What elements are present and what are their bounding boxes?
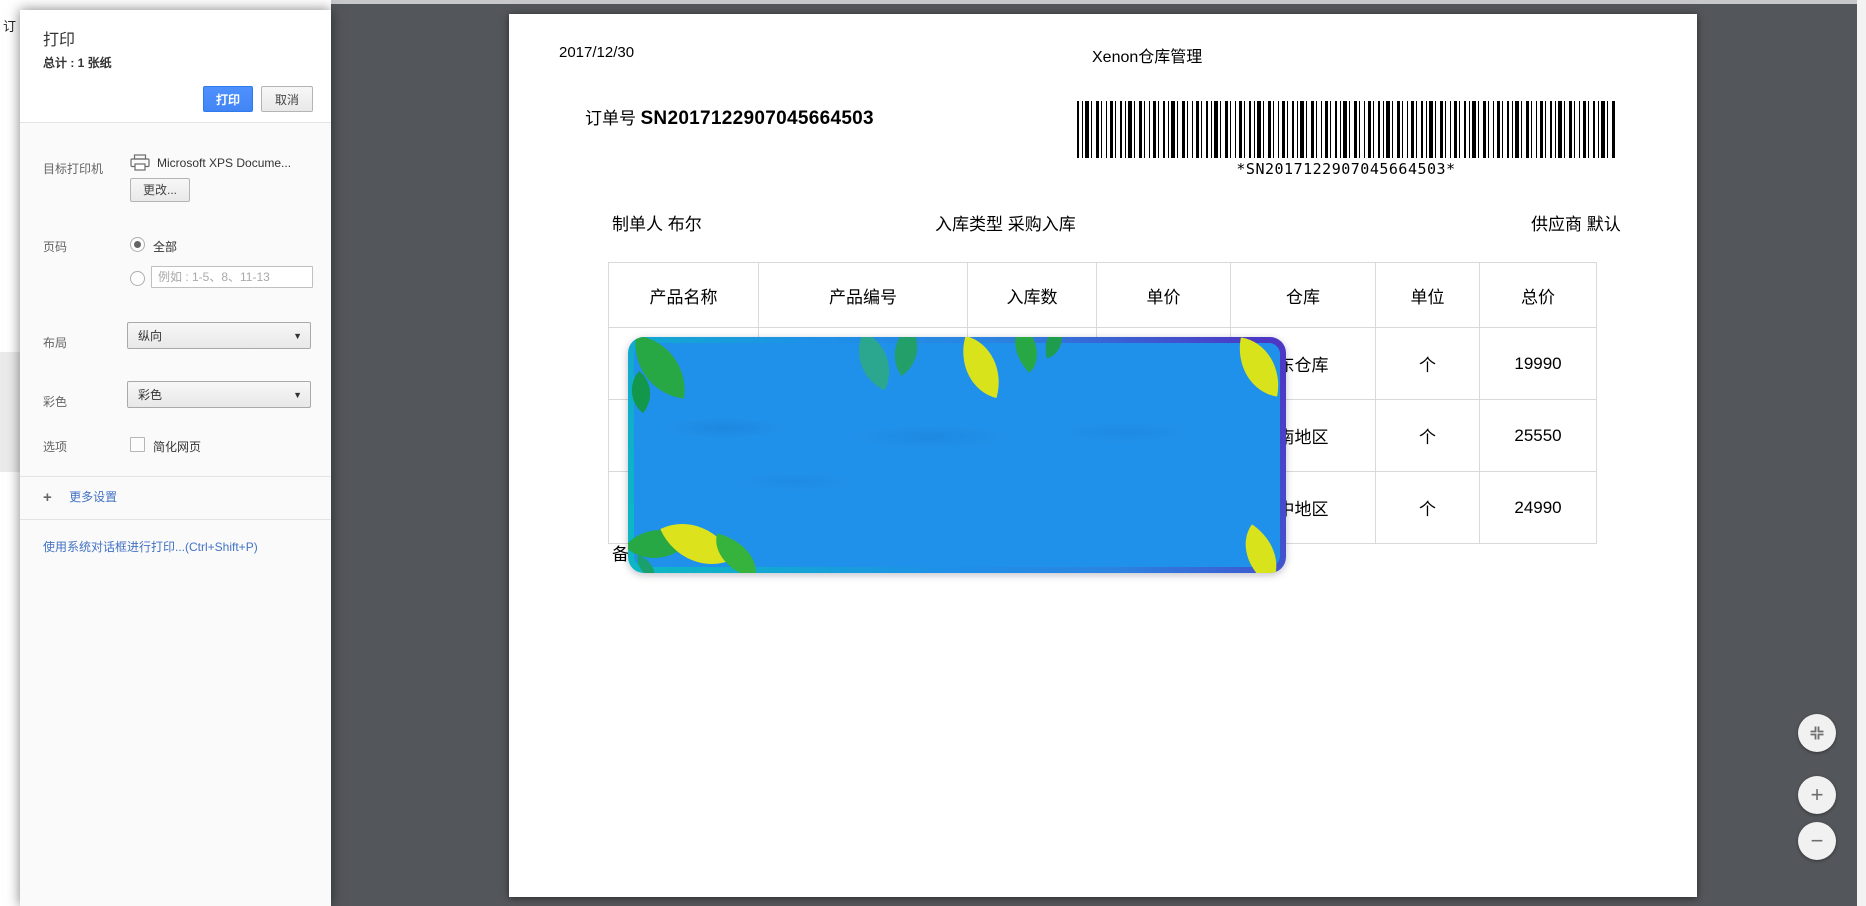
minus-icon: − [1811,830,1824,852]
meta-supplier: 供应商 默认 [1531,210,1621,235]
meta-creator: 制单人 布尔 [612,210,702,235]
fit-to-page-button[interactable] [1798,714,1836,752]
simplify-page-checkbox[interactable] [130,437,145,452]
background-page-text: 订 [3,16,16,35]
preview-scrollbar[interactable] [1857,0,1866,906]
fit-to-page-icon [1807,723,1827,743]
table-header-cell: 产品名称 [609,263,759,328]
zoom-in-button[interactable]: + [1798,776,1836,814]
destination-label: 目标打印机 [43,160,103,177]
screen: 订 2017/12/30 Xenon仓库管理 订单号 SN20171229070… [0,0,1866,906]
table-header-cell: 单价 [1097,263,1231,328]
preview-top-divider [331,0,1866,4]
table-header-cell: 入库数 [968,263,1097,328]
layout-select[interactable]: 纵向 ▼ [127,322,311,349]
system-print-dialog-link[interactable]: 使用系统对话框进行打印...(Ctrl+Shift+P) [43,538,258,555]
print-dialog-header: 打印 总计 : 1 张纸 打印 取消 [20,10,331,123]
table-cell: 个 [1376,328,1480,400]
meta-inbound-type: 入库类型 采购入库 [935,210,1076,235]
plus-icon: + [43,489,52,506]
table-cell: 24990 [1480,472,1597,544]
order-number-line: 订单号 SN2017122907045664503 [585,104,874,130]
table-cell: 25550 [1480,400,1597,472]
simplify-page-label: 简化网页 [153,438,201,455]
decorative-overlay [628,337,1286,573]
more-settings-link[interactable]: + 更多设置 [43,488,117,506]
destination-printer: Microsoft XPS Docume... [130,154,319,171]
pages-label: 页码 [43,238,67,255]
divider [20,476,331,477]
decorative-overlay-fill [634,343,1280,567]
layout-label: 布局 [43,334,67,351]
color-select-value: 彩色 [138,388,162,402]
zoom-out-button[interactable]: − [1798,822,1836,860]
order-number-label: 订单号 [585,109,636,128]
background-page-strip: 订 [0,0,20,906]
more-settings-label: 更多设置 [69,490,117,504]
plus-icon: + [1811,784,1824,806]
color-label: 彩色 [43,393,67,410]
table-header-cell: 仓库 [1231,263,1376,328]
pages-all-label: 全部 [153,238,177,255]
barcode-image [1077,101,1615,158]
background-page-block [0,352,20,472]
printer-name: Microsoft XPS Docume... [157,156,319,170]
remarks-label: 备 [612,540,629,565]
options-label: 选项 [43,438,67,455]
pages-all-radio[interactable] [130,237,145,252]
change-printer-button[interactable]: 更改... [130,178,190,202]
table-header-cell: 总价 [1480,263,1597,328]
cancel-button[interactable]: 取消 [261,86,313,112]
pages-range-input[interactable] [151,266,313,288]
printer-icon [130,154,150,171]
dialog-title: 打印 [43,26,75,50]
table-cell: 19990 [1480,328,1597,400]
chevron-down-icon: ▼ [293,382,302,409]
divider [20,519,331,520]
document-title: Xenon仓库管理 [1092,43,1202,67]
pages-range-radio[interactable] [130,271,145,286]
table-cell: 个 [1376,472,1480,544]
barcode-caption: *SN2017122907045664503* [1077,160,1615,178]
order-number-value: SN2017122907045664503 [640,108,873,129]
table-header-cell: 单位 [1376,263,1480,328]
document-date: 2017/12/30 [559,44,634,61]
table-header-cell: 产品编号 [759,263,968,328]
chevron-down-icon: ▼ [293,323,302,350]
table-cell: 个 [1376,400,1480,472]
print-dialog: 打印 总计 : 1 张纸 打印 取消 目标打印机 Microsoft XPS D… [20,10,331,906]
print-button[interactable]: 打印 [203,86,253,112]
layout-select-value: 纵向 [138,329,162,343]
table-header-row: 产品名称 产品编号 入库数 单价 仓库 单位 总价 [609,263,1597,328]
color-select[interactable]: 彩色 ▼ [127,381,311,408]
total-sheets-label: 总计 : 1 张纸 [43,54,112,71]
